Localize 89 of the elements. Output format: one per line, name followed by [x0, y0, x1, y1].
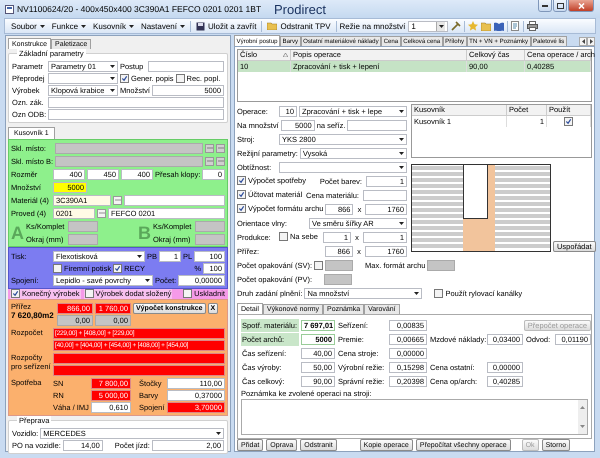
- caret-icon: [180, 24, 185, 28]
- sort-icon: [283, 53, 288, 57]
- scroll-right-button[interactable]: [587, 37, 595, 46]
- input-field[interactable]: [427, 260, 456, 270]
- window-title: NV1100624/20 - 400x450x400 3C390A1 FEFCO 0201 0201 1BT: [17, 4, 262, 14]
- floppy-icon: [196, 22, 205, 30]
- scroll-left-button[interactable]: [579, 37, 587, 46]
- browse-button[interactable]: [205, 144, 214, 152]
- caret-icon: [128, 24, 134, 28]
- menu-item[interactable]: Kusovník: [91, 22, 136, 30]
- arrow-down-icon: [580, 425, 585, 428]
- input-field[interactable]: [53, 364, 225, 376]
- input-field[interactable]: [325, 260, 354, 270]
- input-field[interactable]: [195, 234, 225, 244]
- delete-button[interactable]: Odstranit TPV: [265, 22, 333, 30]
- checkbox[interactable]: [434, 288, 444, 298]
- checkbox[interactable]: [237, 176, 246, 185]
- input-field[interactable]: [55, 142, 203, 154]
- checkbox[interactable]: [314, 260, 324, 270]
- minimize-button[interactable]: [538, 0, 552, 12]
- input-field[interactable]: [195, 220, 225, 232]
- input-field[interactable]: [48, 96, 224, 108]
- caret-icon: [399, 138, 404, 140]
- caret-icon: [40, 24, 45, 28]
- caret-icon: [81, 24, 86, 28]
- menu-item[interactable]: Soubor: [9, 22, 47, 30]
- caret-icon: [145, 278, 150, 282]
- checkbox[interactable]: [564, 117, 573, 126]
- arrow-up-icon: [580, 406, 585, 409]
- checkbox[interactable]: [176, 74, 185, 82]
- note-field[interactable]: [241, 399, 588, 435]
- input-field[interactable]: [363, 190, 407, 200]
- caret-icon: [399, 152, 404, 154]
- tool-icon[interactable]: [451, 21, 462, 31]
- input-field[interactable]: [55, 156, 203, 166]
- input-field[interactable]: [68, 234, 98, 244]
- input-field[interactable]: [148, 60, 224, 72]
- checkbox[interactable]: [53, 264, 62, 272]
- folder-icon[interactable]: [481, 22, 492, 30]
- browse-button[interactable]: [113, 196, 122, 204]
- field-label: Režie na množství: [340, 22, 406, 30]
- caret-icon: [216, 432, 221, 434]
- browse-button[interactable]: [216, 156, 225, 166]
- input-field[interactable]: [68, 220, 98, 232]
- caret-icon: [137, 254, 142, 258]
- caret-icon: [110, 88, 115, 92]
- input-field[interactable]: [347, 120, 407, 130]
- caret-icon: [399, 222, 404, 224]
- caret-icon: [438, 24, 444, 28]
- book-icon[interactable]: [494, 22, 504, 30]
- document-icon[interactable]: [511, 21, 520, 31]
- maximize-button[interactable]: [553, 0, 567, 12]
- maximize-icon: [556, 2, 564, 8]
- minimize-icon: [542, 4, 548, 7]
- printer-icon[interactable]: [527, 21, 538, 31]
- caret-icon: [110, 76, 115, 80]
- browse-button[interactable]: [216, 144, 225, 152]
- checkbox[interactable]: [237, 190, 246, 199]
- browse-button[interactable]: [97, 208, 106, 218]
- menu-item[interactable]: Nastavení: [138, 22, 187, 30]
- app-icon: [5, 4, 14, 14]
- folder-icon: [267, 22, 278, 30]
- input-field[interactable]: [53, 352, 225, 364]
- dropdown[interactable]: 1: [408, 20, 448, 32]
- caret-icon: [399, 110, 404, 112]
- arrow-right-icon: [590, 39, 592, 44]
- app-name: Prodirect: [274, 2, 326, 16]
- arrow-left-icon: [582, 39, 584, 44]
- checkbox[interactable]: [279, 232, 288, 240]
- star-icon[interactable]: [468, 21, 478, 31]
- area-value: 7 620,80m2: [11, 311, 55, 320]
- checkbox[interactable]: [120, 74, 129, 82]
- side-letter: B: [138, 222, 151, 242]
- close-icon: [578, 2, 584, 8]
- checkbox[interactable]: [113, 264, 122, 272]
- input-field[interactable]: [124, 194, 225, 206]
- checkbox[interactable]: [237, 204, 246, 213]
- checkbox[interactable]: [11, 289, 20, 298]
- input-field[interactable]: [48, 108, 224, 120]
- caret-icon: [110, 64, 115, 68]
- browse-button[interactable]: [205, 156, 214, 166]
- input-field[interactable]: [324, 274, 352, 284]
- caret-icon: [414, 292, 420, 294]
- side-letter: A: [11, 222, 24, 242]
- caret-icon: [399, 166, 404, 168]
- save-close-button[interactable]: Uložit a zavřít: [194, 22, 258, 30]
- close-button[interactable]: [568, 0, 594, 12]
- menu-item[interactable]: Funkce: [50, 22, 88, 30]
- scrollbar[interactable]: [578, 400, 587, 434]
